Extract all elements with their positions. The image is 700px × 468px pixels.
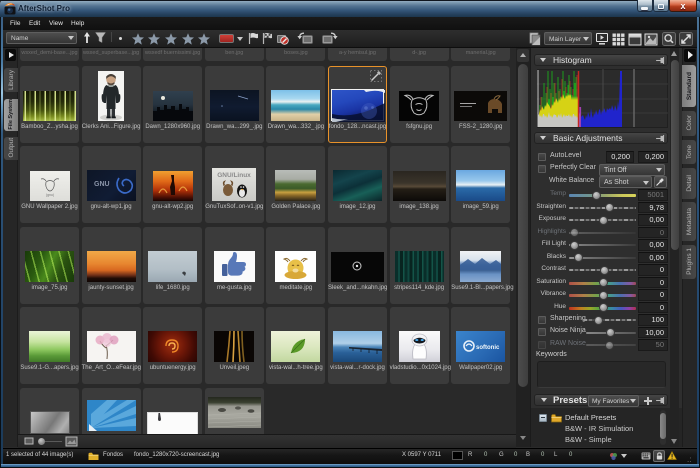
svg-text:softonic: softonic (476, 345, 500, 351)
svg-text:(gnu): (gnu) (45, 193, 53, 197)
svg-text:GNU: GNU (94, 181, 110, 188)
svg-text:GNU/Linux: GNU/Linux (218, 172, 252, 179)
